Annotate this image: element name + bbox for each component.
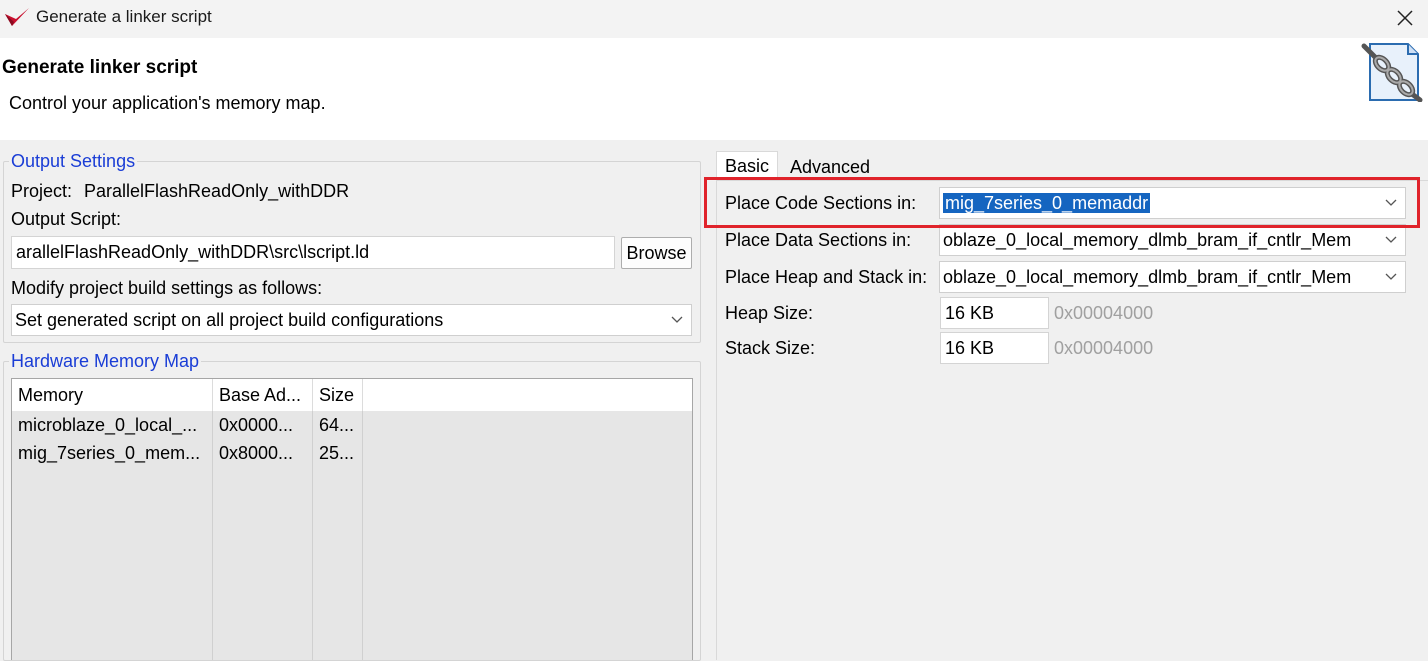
project-value: ParallelFlashReadOnly_withDDR: [84, 181, 350, 201]
table-row[interactable]: mig_7series_0_mem... 0x8000... 25...: [12, 439, 692, 467]
heap-size-hex: 0x00004000: [1054, 303, 1154, 323]
close-icon: [1397, 10, 1413, 26]
browse-button[interactable]: Browse: [621, 237, 692, 269]
chevron-down-icon: [1385, 199, 1397, 206]
cell-base-address: 0x8000...: [219, 443, 294, 463]
chevron-down-icon: [671, 316, 683, 323]
close-button[interactable]: [1382, 0, 1428, 36]
project-label: Project:: [11, 181, 73, 201]
page-title: Generate linker script: [2, 57, 198, 78]
app-logo-icon: [5, 8, 29, 26]
chevron-down-icon: [1385, 273, 1397, 280]
column-header-size[interactable]: Size: [313, 379, 363, 411]
title-bar: Generate a linker script: [0, 0, 1428, 38]
build-config-select[interactable]: Set generated script on all project buil…: [11, 304, 692, 336]
heap-stack-value: oblaze_0_local_memory_dlmb_bram_if_cntlr…: [943, 267, 1352, 287]
cell-memory: microblaze_0_local_...: [18, 415, 198, 435]
chevron-down-icon: [1385, 236, 1397, 243]
code-sections-select[interactable]: mig_7series_0_memaddr: [939, 187, 1406, 219]
window-title: Generate a linker script: [36, 7, 212, 26]
stack-size-input[interactable]: 16 KB: [940, 332, 1049, 364]
heap-size-input[interactable]: 16 KB: [940, 297, 1049, 329]
heap-stack-select[interactable]: oblaze_0_local_memory_dlmb_bram_if_cntlr…: [939, 261, 1406, 293]
tab-basic[interactable]: Basic: [716, 151, 779, 181]
heap-stack-label: Place Heap and Stack in:: [725, 267, 928, 287]
heap-size-label: Heap Size:: [725, 303, 814, 323]
chain-link-document-icon: [1361, 43, 1423, 102]
memory-map-table: Memory Base Ad... Size microblaze_0_loca…: [11, 378, 693, 660]
output-settings-legend: Output Settings: [9, 151, 138, 171]
cell-memory: mig_7series_0_mem...: [18, 443, 201, 463]
modify-build-label: Modify project build settings as follows…: [11, 278, 323, 298]
code-sections-label: Place Code Sections in:: [725, 193, 917, 213]
column-header-base-address[interactable]: Base Ad...: [213, 379, 313, 411]
stack-size-label: Stack Size:: [725, 338, 816, 358]
output-script-label: Output Script:: [11, 209, 122, 229]
hardware-memory-map-legend: Hardware Memory Map: [9, 351, 202, 371]
code-sections-value: mig_7series_0_memaddr: [943, 193, 1151, 213]
stack-size-hex: 0x00004000: [1054, 338, 1154, 358]
table-row[interactable]: microblaze_0_local_... 0x0000... 64...: [12, 411, 692, 439]
cell-base-address: 0x0000...: [219, 415, 294, 435]
wizard-header: Generate linker script Control your appl…: [0, 38, 1428, 140]
table-header: Memory Base Ad... Size: [12, 379, 692, 411]
column-header-memory[interactable]: Memory: [12, 379, 213, 411]
cell-size: 64...: [319, 415, 355, 435]
data-sections-select[interactable]: oblaze_0_local_memory_dlmb_bram_if_cntlr…: [939, 224, 1406, 256]
data-sections-value: oblaze_0_local_memory_dlmb_bram_if_cntlr…: [943, 230, 1352, 250]
output-script-input[interactable]: arallelFlashReadOnly_withDDR\src\lscript…: [11, 236, 615, 269]
tab-advanced[interactable]: Advanced: [782, 153, 878, 181]
page-subtitle: Control your application's memory map.: [9, 93, 326, 113]
cell-size: 25...: [319, 443, 355, 463]
data-sections-label: Place Data Sections in:: [725, 230, 912, 250]
build-config-value: Set generated script on all project buil…: [15, 310, 444, 330]
